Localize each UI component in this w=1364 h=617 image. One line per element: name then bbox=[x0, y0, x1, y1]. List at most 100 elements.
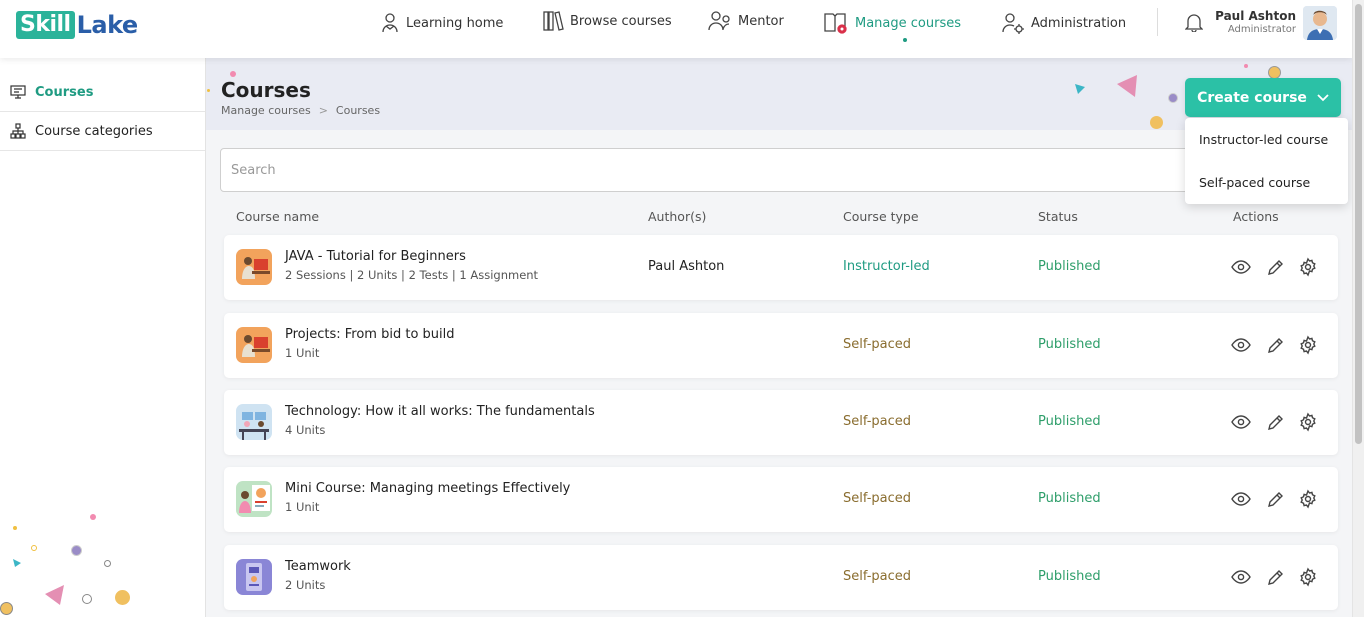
edit-pencil-icon[interactable] bbox=[1266, 567, 1284, 587]
edit-pencil-icon[interactable] bbox=[1266, 489, 1284, 509]
course-thumbnail bbox=[236, 327, 272, 363]
edit-pencil-icon[interactable] bbox=[1266, 335, 1284, 355]
nav-browse-courses[interactable]: Browse courses bbox=[542, 8, 672, 34]
nav-browse-courses-label: Browse courses bbox=[570, 13, 672, 29]
course-thumbnail bbox=[236, 481, 272, 517]
avatar[interactable] bbox=[1303, 6, 1337, 40]
skilllake-logo[interactable]: Skill Lake bbox=[16, 10, 138, 40]
settings-gear-icon[interactable] bbox=[1299, 335, 1317, 355]
status-badge: Published bbox=[1038, 337, 1101, 352]
sidebar-item-course-categories[interactable]: Course categories bbox=[0, 112, 205, 151]
course-meta: 1 Unit bbox=[285, 500, 320, 514]
user-role: Administrator bbox=[1227, 24, 1296, 35]
status-badge: Published bbox=[1038, 569, 1101, 584]
course-meta: 4 Units bbox=[285, 423, 326, 437]
settings-gear-icon[interactable] bbox=[1299, 412, 1317, 432]
nav-learning-home[interactable]: Learning home bbox=[380, 10, 503, 36]
nav-manage-courses[interactable]: Manage courses bbox=[823, 10, 961, 36]
course-title[interactable]: Teamwork bbox=[285, 559, 351, 574]
learning-home-icon bbox=[382, 13, 398, 33]
nav-mentor-label: Mentor bbox=[738, 13, 784, 29]
settings-gear-icon[interactable] bbox=[1299, 567, 1317, 587]
breadcrumb: Manage courses > Courses bbox=[221, 104, 380, 117]
course-meta: 1 Unit bbox=[285, 346, 320, 360]
table-row[interactable]: JAVA - Tutorial for Beginners 2 Sessions… bbox=[224, 235, 1338, 300]
sidebar-item-courses[interactable]: Courses bbox=[0, 58, 205, 112]
column-header-actions: Actions bbox=[1233, 209, 1279, 224]
settings-gear-icon[interactable] bbox=[1299, 489, 1317, 509]
manage-courses-icon bbox=[824, 13, 847, 34]
create-course-label: Create course bbox=[1197, 89, 1307, 106]
decoration-triangle bbox=[13, 559, 21, 567]
page-scrollbar[interactable] bbox=[1352, 0, 1364, 617]
decoration-dot bbox=[0, 602, 13, 615]
view-eye-icon[interactable] bbox=[1231, 567, 1251, 587]
view-eye-icon[interactable] bbox=[1231, 335, 1251, 355]
course-thumbnail bbox=[236, 404, 272, 440]
create-course-button[interactable]: Create course bbox=[1185, 78, 1341, 117]
nav-administration[interactable]: Administration bbox=[1001, 10, 1126, 36]
column-header-course-type: Course type bbox=[843, 209, 919, 224]
page-header bbox=[206, 58, 1352, 130]
status-badge: Published bbox=[1038, 414, 1101, 429]
column-header-status: Status bbox=[1038, 209, 1078, 224]
status-badge: Published bbox=[1038, 259, 1101, 274]
decoration-dot bbox=[13, 526, 17, 530]
logo-part-skill: Skill bbox=[16, 11, 75, 39]
settings-gear-icon[interactable] bbox=[1299, 257, 1317, 277]
course-meta: 2 Sessions | 2 Units | 2 Tests | 1 Assig… bbox=[285, 268, 539, 282]
course-author: Paul Ashton bbox=[648, 259, 725, 274]
decoration-dot bbox=[1150, 116, 1163, 129]
chevron-down-icon bbox=[1317, 93, 1329, 101]
view-eye-icon[interactable] bbox=[1231, 257, 1251, 277]
option-instructor-led-course[interactable]: Instructor-led course bbox=[1185, 118, 1348, 161]
logo-part-lake: Lake bbox=[76, 11, 139, 39]
table-row[interactable]: Teamwork 2 Units Self-paced Published bbox=[224, 545, 1338, 610]
nav-learning-home-label: Learning home bbox=[406, 15, 504, 31]
breadcrumb-manage-courses[interactable]: Manage courses bbox=[221, 104, 311, 117]
course-title[interactable]: Projects: From bid to build bbox=[285, 327, 455, 342]
course-type: Self-paced bbox=[843, 569, 912, 584]
edit-pencil-icon[interactable] bbox=[1266, 257, 1284, 277]
decoration-dot bbox=[104, 560, 111, 567]
view-eye-icon[interactable] bbox=[1231, 412, 1251, 432]
search-input[interactable] bbox=[220, 148, 1210, 192]
breadcrumb-separator-icon: > bbox=[318, 104, 328, 117]
decoration-dot bbox=[1168, 93, 1178, 103]
nav-manage-courses-label: Manage courses bbox=[855, 15, 961, 31]
course-title[interactable]: Mini Course: Managing meetings Effective… bbox=[285, 481, 570, 496]
sidebar-item-courses-label: Courses bbox=[35, 84, 94, 100]
table-row[interactable]: Projects: From bid to build 1 Unit Self-… bbox=[224, 313, 1338, 378]
decoration-dot bbox=[1244, 64, 1248, 68]
decoration-triangle bbox=[1117, 75, 1137, 97]
breadcrumb-courses: Courses bbox=[335, 104, 381, 117]
decoration-triangle bbox=[45, 585, 64, 605]
table-row[interactable]: Mini Course: Managing meetings Effective… bbox=[224, 467, 1338, 532]
decoration-dot bbox=[31, 545, 37, 551]
table-row[interactable]: Technology: How it all works: The fundam… bbox=[224, 390, 1338, 455]
page-title: Courses bbox=[221, 78, 311, 102]
monitor-icon bbox=[10, 85, 26, 99]
create-course-dropdown: Instructor-led course Self-paced course bbox=[1185, 118, 1348, 204]
course-title[interactable]: JAVA - Tutorial for Beginners bbox=[285, 249, 466, 264]
status-badge: Published bbox=[1038, 491, 1101, 506]
decoration-dot bbox=[71, 545, 82, 556]
sidebar: Courses Course categories bbox=[0, 58, 206, 617]
course-type: Self-paced bbox=[843, 337, 912, 352]
nav-mentor[interactable]: Mentor bbox=[708, 8, 784, 34]
decoration-dot bbox=[115, 590, 130, 605]
decoration-triangle bbox=[1075, 84, 1085, 94]
course-meta: 2 Units bbox=[285, 578, 326, 592]
active-nav-indicator bbox=[903, 38, 907, 42]
course-title[interactable]: Technology: How it all works: The fundam… bbox=[285, 404, 595, 419]
option-self-paced-course[interactable]: Self-paced course bbox=[1185, 161, 1348, 204]
mentor-icon bbox=[708, 11, 730, 31]
view-eye-icon[interactable] bbox=[1231, 489, 1251, 509]
header-divider bbox=[1157, 8, 1158, 36]
user-name[interactable]: Paul Ashton bbox=[1190, 9, 1296, 23]
top-navigation-bar: Skill Lake Learning home Browse courses … bbox=[0, 0, 1352, 58]
column-header-course-name: Course name bbox=[236, 209, 320, 224]
decoration-dot bbox=[82, 594, 92, 604]
edit-pencil-icon[interactable] bbox=[1266, 412, 1284, 432]
scrollbar-thumb[interactable] bbox=[1355, 4, 1362, 444]
